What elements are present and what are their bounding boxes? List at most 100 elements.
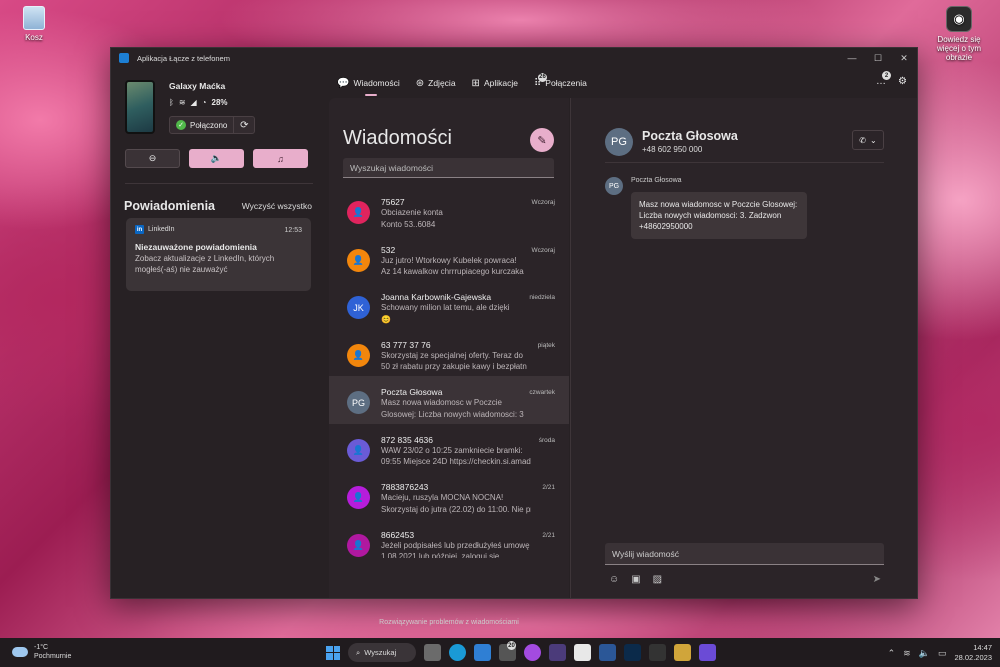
conversation-item[interactable]: 👤 8662453 2/21 Jeżeli podpisałeś lub przedł… (329, 519, 569, 558)
wifi-icon: ≋ (178, 98, 186, 107)
conversation-preview: Jeżeli podpisałeś lub przedłużyłeś umowę (381, 540, 530, 550)
conversation-preview: Glosowej: Liczba nowych wiadomosci: 3 (381, 409, 524, 419)
device-name: Galaxy Maćka (169, 81, 226, 91)
conversation-item[interactable]: JK Joanna Karbownik-Gajewska niedziela Scho… (329, 281, 569, 329)
clear-all-button[interactable]: Wyczyść wszystko (242, 201, 312, 211)
messages-title: Wiadomości (343, 127, 452, 149)
settings-gear-icon[interactable]: ⚙ (898, 76, 907, 87)
taskbar-app-badge: 20 (507, 641, 516, 650)
phone-link-app-icon (119, 53, 129, 63)
conversation-pane: PG Poczta Głosowa +48 602 950 000 ✆ ⌄ PG… (570, 98, 917, 598)
calculator-icon[interactable] (649, 644, 666, 661)
wifi-icon[interactable]: ≋ (903, 648, 911, 659)
new-message-button[interactable]: ✎ (530, 128, 554, 152)
temperature: -1°C (34, 644, 49, 651)
tab-messages[interactable]: 💬 Wiadomości (337, 68, 400, 98)
conversation-item[interactable]: 👤 872 835 4636 środa WAW 23/02 o 10:25 zamk… (329, 424, 569, 472)
task-view-icon[interactable] (424, 644, 441, 661)
messenger-icon[interactable] (524, 644, 541, 661)
maximize-button[interactable]: ☐ (865, 53, 891, 64)
taskbar-apps: ⌕ Wyszukaj 20 (326, 641, 716, 662)
contact-avatar: PG (605, 128, 633, 156)
clock[interactable]: 14:47 28.02.2023 (954, 643, 992, 663)
conversation-avatar: 👤 (347, 343, 370, 367)
conversation-item[interactable]: PG Poczta Głosowa czwartek Masz nowa wiadom… (329, 376, 569, 424)
phone-link-taskbar-icon[interactable]: 20 (499, 641, 516, 661)
weather-widget[interactable]: -1°C Pochmurnie (12, 643, 71, 661)
title-bar: Aplikacja Łącze z telefonem — ☐ ✕ (111, 48, 917, 68)
battery-level: 28% (211, 98, 228, 107)
phone-thumbnail (125, 80, 155, 134)
file-explorer-icon[interactable] (674, 644, 691, 661)
conversation-avatar: 👤 (347, 248, 370, 272)
battery-icon[interactable]: ▭ (938, 648, 947, 659)
conversation-avatar: JK (347, 296, 370, 319)
sync-icon[interactable]: ⟳ (234, 120, 254, 131)
tab-apps[interactable]: ⊞ Aplikacje (472, 68, 518, 98)
conversation-date: czwartek (529, 389, 555, 396)
apps-icon: ⊞ (471, 77, 480, 89)
volume-icon[interactable]: 🔈 (919, 648, 930, 659)
chevron-up-icon[interactable]: ⌃ (888, 648, 896, 659)
conversation-avatar: PG (347, 391, 370, 414)
gif-icon[interactable]: ▣ (631, 574, 640, 585)
conversation-preview: Macieju, ruszyla MOCNA NOCNA! (381, 493, 504, 502)
messages-panel: Wiadomości ✎ Wyszukaj wiadomości 👤 75627 W… (329, 98, 569, 626)
signal-icon: ◢ (190, 98, 197, 107)
recycle-bin-label: Kosz (25, 33, 43, 42)
chrome-icon[interactable] (574, 644, 591, 661)
composer-tools: ☺ ▣ ▨ (609, 574, 662, 585)
mail-icon[interactable] (474, 644, 491, 661)
conversation-avatar: 👤 (347, 438, 370, 462)
divider (605, 162, 884, 163)
minimize-button[interactable]: — (839, 53, 865, 64)
conversation-item[interactable]: 👤 7883876243 2/21 Macieju, ruszyla MOCNA NO… (329, 471, 569, 519)
image-icon[interactable]: ▨ (653, 574, 662, 585)
learn-about-picture-icon[interactable]: ◉ Dowiedz się więcej o tym obrazie (926, 6, 992, 62)
chevron-down-icon: ⌄ (870, 135, 877, 145)
teams-icon[interactable] (699, 644, 716, 661)
conversation-date: piątek (537, 341, 555, 349)
send-icon[interactable]: ➤ (873, 574, 881, 585)
reply-input[interactable]: Wyślij wiadomość (605, 543, 884, 565)
edge-icon[interactable] (449, 644, 466, 661)
search-messages-input[interactable]: Wyszukaj wiadomości (343, 158, 554, 178)
conversation-name: 872 835 4636 (381, 434, 433, 445)
call-button[interactable]: ✆ ⌄ (852, 130, 884, 150)
close-button[interactable]: ✕ (891, 53, 917, 64)
speaker-icon: 🔈 (210, 153, 223, 163)
taskbar-search[interactable]: ⌕ Wyszukaj (348, 643, 416, 662)
do-not-disturb-button[interactable]: ⊖ (125, 149, 180, 168)
divider (125, 183, 313, 184)
conversation-preview: Az 14 kawalkow chrrrupiacego kurczaka (381, 267, 524, 276)
tab-photos[interactable]: ⊛ Zdjęcia (416, 68, 456, 98)
person-icon: 👤 (352, 539, 365, 550)
word-icon[interactable] (599, 644, 616, 661)
notification-card[interactable]: in LinkedIn 12:53 Niezauważone powiadomi… (126, 218, 311, 291)
tab-calls[interactable]: ⠿ 26 Połączenia (534, 68, 587, 98)
notifications-bell-icon[interactable]: … 2 (876, 71, 892, 87)
conversation-date: środa (538, 436, 555, 444)
slack-icon[interactable] (549, 644, 566, 661)
notifications-title: Powiadomienia (124, 199, 215, 213)
audio-button[interactable]: 🔈 (189, 149, 244, 168)
photoshop-icon[interactable] (624, 644, 641, 661)
emoji-icon[interactable]: ☺ (609, 574, 619, 585)
chat-icon: 💬 (337, 77, 350, 89)
phone-link-window: Aplikacja Łącze z telefonem — ☐ ✕ Galaxy… (110, 47, 918, 626)
music-button[interactable]: ♫ (253, 149, 308, 168)
cloud-icon (12, 647, 28, 657)
tab-photos-label: Zdjęcia (428, 78, 456, 88)
conversation-item[interactable]: 👤 63 777 37 76 piątek Skorzystaj ze specjal… (329, 329, 569, 377)
person-icon: 👤 (352, 207, 365, 217)
start-icon[interactable] (326, 645, 340, 660)
troubleshoot-link[interactable]: Rozwiązywanie problemów z wiadomościami (329, 619, 569, 626)
conversation-preview: Skorzystaj do jutra (22.02) do 11:00. Ni… (381, 504, 531, 514)
recycle-bin-icon[interactable]: Kosz (14, 6, 54, 42)
conversation-avatar: 👤 (347, 201, 370, 224)
window-title: Aplikacja Łącze z telefonem (137, 53, 230, 63)
conversation-item[interactable]: 👤 532 Wczoraj Juz jutro! Wtorkowy Kubelek p… (329, 234, 569, 282)
conversation-item[interactable]: 👤 75627 Wczoraj Obciazenie konta Konto 53..6… (329, 186, 569, 234)
conversation-preview: Skorzystaj ze specjalnej oferty. Teraz d… (381, 350, 523, 360)
conversation-preview: Obciazenie konta (381, 208, 443, 217)
